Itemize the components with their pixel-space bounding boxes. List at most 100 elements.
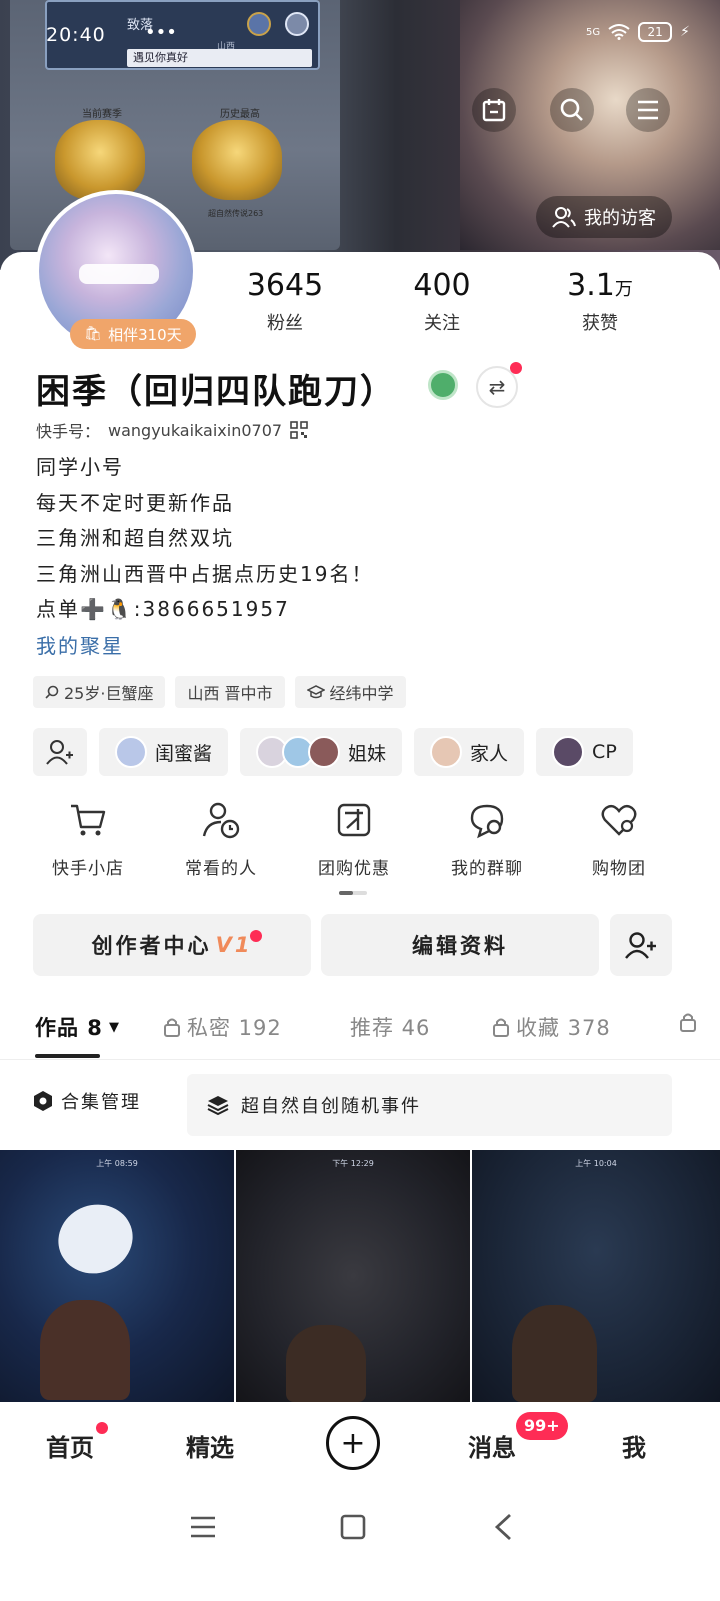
- stat-following-num: 400: [413, 268, 471, 303]
- bio-line: 每天不定时更新作品: [36, 490, 234, 515]
- shortcut-group-buy[interactable]: 团购优惠: [294, 800, 414, 879]
- bio-line: 三角洲山西晋中占据点历史19名！: [36, 561, 374, 586]
- search-icon: [560, 98, 583, 121]
- search-button[interactable]: [550, 88, 594, 132]
- plus-icon: +: [340, 1425, 366, 1461]
- wifi-icon: [608, 24, 630, 40]
- tab-private[interactable]: 私密 192: [163, 1012, 282, 1042]
- my-visitors-button[interactable]: 我的访客: [536, 196, 672, 238]
- collection-manage-button[interactable]: 合集管理: [33, 1088, 141, 1114]
- gift-icon: 🛍: [84, 326, 103, 342]
- edit-profile-label: 编辑资料: [412, 934, 508, 958]
- system-nav-bar: [0, 1490, 720, 1601]
- companion-badge[interactable]: 🛍 相伴310天: [70, 319, 196, 349]
- menu-button[interactable]: [626, 88, 670, 132]
- recent-apps-icon[interactable]: [189, 1514, 217, 1540]
- shortcut-shopping-group-label: 购物团: [592, 859, 646, 879]
- video-grid: 上午 08:59 下午 12:29 上午 10:04: [0, 1150, 720, 1402]
- bio-line: 三角洲和超自然双坑: [36, 526, 234, 550]
- relation-bestie[interactable]: 闺蜜酱: [99, 728, 229, 776]
- medal-best-label: 历史最高: [220, 109, 260, 120]
- shortcut-shop-label: 快手小店: [52, 859, 124, 879]
- uid-row[interactable]: 快手号： wangyukaikaixin0707: [36, 418, 308, 442]
- nav-home[interactable]: 首页: [46, 1428, 94, 1463]
- home-square-icon[interactable]: [339, 1513, 367, 1541]
- video-thumbnail[interactable]: 上午 10:04: [472, 1150, 720, 1402]
- avatar-stack: [256, 736, 341, 768]
- tag-school[interactable]: 经纬中学: [294, 676, 406, 708]
- tag-location[interactable]: 山西 晋中市: [175, 676, 285, 708]
- thumb-time: 上午 10:04: [575, 1159, 617, 1168]
- edit-profile-button[interactable]: 编辑资料: [321, 914, 599, 976]
- stat-fans[interactable]: 3645 粉丝: [225, 268, 345, 335]
- nav-me[interactable]: 我: [622, 1428, 646, 1463]
- stat-following[interactable]: 400 关注: [382, 268, 502, 335]
- back-chevron-icon[interactable]: [492, 1512, 514, 1542]
- bottom-nav: 首页 精选 + 消息 99+ 我: [0, 1402, 720, 1490]
- thumb-time: 下午 12:29: [332, 1159, 374, 1168]
- verified-badge-icon[interactable]: [428, 370, 458, 400]
- stat-likes[interactable]: 3.1万 获赞: [540, 268, 660, 335]
- messages-badge: 99+: [516, 1412, 568, 1440]
- my-star-link[interactable]: 我的聚星: [36, 630, 124, 659]
- video-thumbnail[interactable]: 上午 08:59: [0, 1150, 234, 1402]
- video-thumbnail[interactable]: 下午 12:29: [236, 1150, 470, 1402]
- shortcut-group-buy-label: 团购优惠: [318, 859, 390, 879]
- card-greeting: 遇见你真好: [127, 49, 312, 67]
- heart-icon: [601, 804, 637, 836]
- add-friend-relation-button[interactable]: [33, 728, 87, 776]
- thumb-time: 上午 08:59: [96, 1159, 138, 1168]
- network-type: 5G: [586, 26, 601, 38]
- chat-icon: [470, 804, 504, 839]
- nav-featured[interactable]: 精选: [186, 1428, 234, 1463]
- charging-icon: ⚡: [680, 24, 690, 40]
- umbrella-shape: [48, 1194, 143, 1284]
- qr-code-icon[interactable]: [290, 421, 308, 439]
- relation-bestie-label: 闺蜜酱: [155, 742, 213, 765]
- lock-icon: [164, 1018, 180, 1037]
- shortcut-row: 快手小店 常看的人 团购优惠 我的群聊 购物团: [0, 800, 720, 900]
- relation-family[interactable]: 家人: [414, 728, 525, 776]
- tab-works[interactable]: 作品 8 ▼: [35, 1012, 120, 1042]
- tab-more-locked[interactable]: [679, 1012, 697, 1032]
- relation-family-label: 家人: [470, 742, 509, 765]
- status-more-dots: •••: [145, 22, 177, 43]
- cart-icon: [71, 804, 106, 836]
- tab-works-label: 作品 8: [35, 1016, 103, 1040]
- tag-age-label: 25岁·巨蟹座: [64, 684, 154, 703]
- avatar: [552, 736, 585, 768]
- collection-row: 合集管理 超自然自创随机事件: [0, 1074, 720, 1136]
- home-notification-dot: [96, 1422, 108, 1434]
- stat-fans-num: 3645: [246, 268, 324, 303]
- shortcut-group-chat[interactable]: 我的群聊: [427, 800, 547, 879]
- add-person-icon: [46, 740, 73, 765]
- stat-likes-value: 3.1: [567, 268, 615, 303]
- bio-line: 同学小号: [36, 455, 124, 479]
- search-small-icon: [45, 685, 59, 699]
- tab-recommend[interactable]: 推荐 46: [350, 1012, 430, 1042]
- medal-current-label: 当前赛季: [82, 109, 122, 120]
- tag-age[interactable]: 25岁·巨蟹座: [33, 676, 166, 708]
- lion-medal-icon: [55, 120, 145, 200]
- create-post-button[interactable]: +: [326, 1416, 380, 1470]
- add-friend-button[interactable]: [610, 914, 672, 976]
- companion-badge-label: 相伴310天: [108, 325, 182, 344]
- shortcut-shopping-group[interactable]: 购物团: [559, 800, 679, 879]
- shortcut-shop[interactable]: 快手小店: [28, 800, 148, 879]
- shortcut-frequent-label: 常看的人: [185, 859, 257, 879]
- nav-messages[interactable]: 消息: [468, 1428, 516, 1463]
- shortcut-page-indicator: [339, 891, 367, 895]
- relation-sisters[interactable]: 姐妹: [240, 728, 403, 776]
- tab-favorites[interactable]: 收藏 378: [492, 1012, 611, 1042]
- stat-fans-label: 粉丝: [267, 313, 303, 334]
- relation-sisters-label: 姐妹: [348, 742, 387, 765]
- creator-center-button[interactable]: 创作者中心 V1: [33, 914, 311, 976]
- status-indicators: 5G 21 ⚡: [586, 22, 690, 42]
- calendar-button[interactable]: [472, 88, 516, 132]
- uid-value: wangyukaikaixin0707: [108, 420, 283, 440]
- relation-cp[interactable]: CP: [536, 728, 633, 776]
- profile-tags: 25岁·巨蟹座 山西 晋中市 经纬中学: [33, 676, 406, 708]
- shortcut-frequent[interactable]: 常看的人: [161, 800, 281, 879]
- collection-chip[interactable]: 超自然自创随机事件: [187, 1074, 672, 1136]
- graduation-cap-icon: [306, 685, 325, 699]
